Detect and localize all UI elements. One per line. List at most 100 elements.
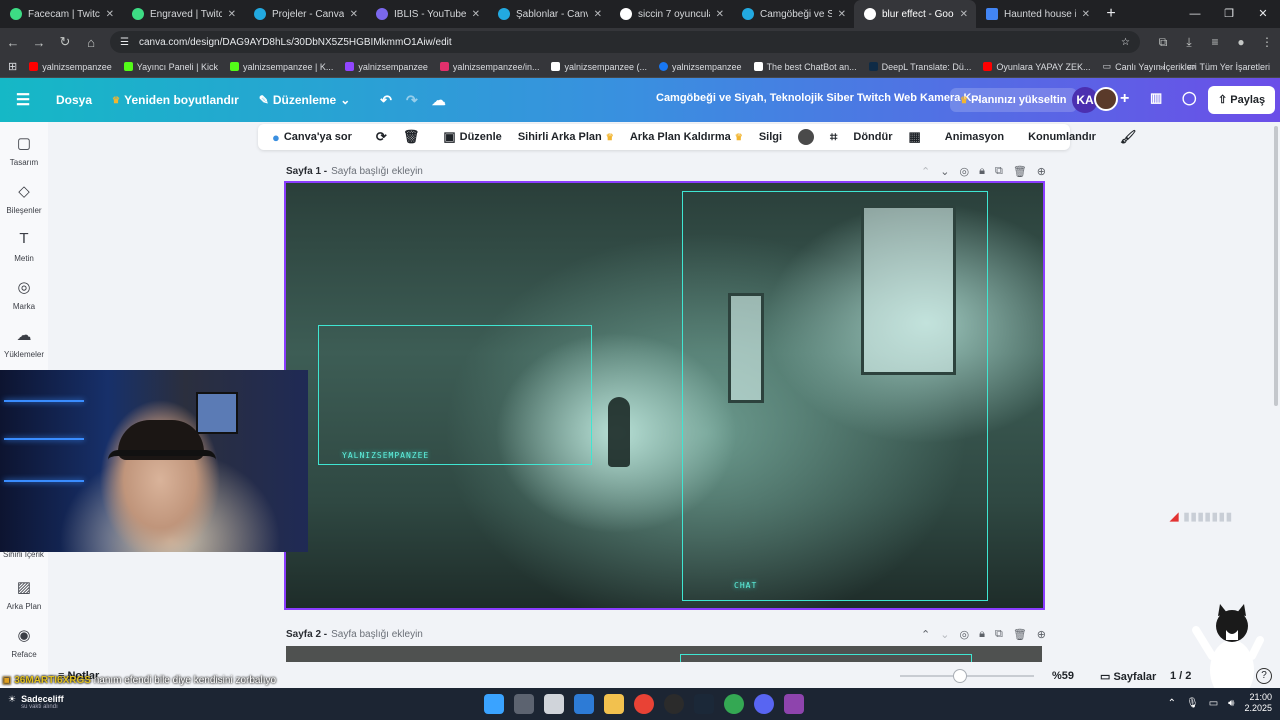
discord-icon[interactable]: [754, 694, 774, 714]
browser-tab[interactable]: İBLİS - YouTube Küçü ✕: [366, 0, 488, 28]
chevron-down-icon[interactable]: ⌄: [940, 628, 949, 641]
sidebar-item-magic-label[interactable]: Sihirli İçerik: [3, 550, 44, 559]
bookmark-item[interactable]: yalnizsempanzee/in...: [439, 62, 539, 72]
close-window-icon[interactable]: ✕: [1246, 0, 1280, 28]
share-button[interactable]: ⇧ Paylaş: [1208, 86, 1276, 114]
browser-tab[interactable]: Projeler - Canva ✕: [244, 0, 366, 28]
bookmark-item[interactable]: yalnizsempanzee: [659, 62, 742, 72]
lock-icon[interactable]: 🔒︎: [979, 628, 985, 641]
add-page-icon[interactable]: ⊕: [1037, 628, 1046, 641]
clock[interactable]: 21:00 2.2025: [1244, 692, 1272, 714]
minimize-icon[interactable]: —: [1178, 0, 1212, 28]
sidebar-item-design[interactable]: ▢ Tasarım: [0, 134, 48, 167]
ask-canva-button[interactable]: ● Canva'ya sor: [266, 130, 358, 145]
insights-icon[interactable]: ▥: [1150, 90, 1162, 106]
close-tab-icon[interactable]: ✕: [716, 9, 724, 20]
comment-icon[interactable]: ◯: [1182, 90, 1197, 106]
magic-background-button[interactable]: Sihirli Arka Plan ♛: [512, 131, 620, 143]
chrome-profile-icon[interactable]: [724, 694, 744, 714]
browser-tab[interactable]: Camgöbeği ve Siyah ✕: [732, 0, 854, 28]
media-icon[interactable]: ≡: [1202, 35, 1228, 50]
browser-tab[interactable]: siccin 7 oyuncuları - ✕: [610, 0, 732, 28]
forward-icon[interactable]: →: [26, 35, 52, 50]
close-tab-icon[interactable]: ✕: [594, 9, 602, 20]
home-icon[interactable]: ⌂: [78, 35, 104, 50]
eraser-button[interactable]: Silgi: [753, 131, 788, 143]
cloud-save-icon[interactable]: ☁: [432, 92, 446, 109]
more-bookmarks-icon[interactable]: »: [1160, 62, 1165, 72]
bookmark-item[interactable]: yalnizsempanzee (...: [551, 62, 647, 72]
obs-icon[interactable]: [664, 694, 684, 714]
browser-tab[interactable]: Engraved | Twitch an ✕: [122, 0, 244, 28]
new-tab-icon[interactable]: +: [1098, 5, 1124, 23]
bookmark-item[interactable]: yalnizsempanzee: [29, 62, 112, 72]
page-title-input[interactable]: Sayfa başlığı ekleyin: [331, 166, 423, 177]
delete-page-icon[interactable]: 🗑: [1013, 628, 1027, 641]
browser-tab[interactable]: Haunted house in ge ✕: [976, 0, 1098, 28]
delete-page-icon[interactable]: 🗑: [1013, 165, 1027, 178]
weather-widget[interactable]: ☀ Sadeceliff su vakti alındı: [8, 694, 64, 710]
bookmark-item[interactable]: DeepL Translate: Dü...: [868, 62, 971, 72]
redo-icon[interactable]: ↷: [406, 92, 418, 109]
browser-tab[interactable]: Facecam | Twitch and ✕: [0, 0, 122, 28]
zoom-slider-handle[interactable]: [953, 669, 968, 683]
sidebar-item-text[interactable]: T Metin: [0, 230, 48, 263]
help-icon[interactable]: ?: [1256, 668, 1272, 684]
browser-tab[interactable]: Şablonlar - Canva ✕: [488, 0, 610, 28]
close-tab-icon[interactable]: ✕: [228, 9, 236, 20]
animate-button[interactable]: Animasyon: [939, 131, 1010, 143]
undo-icon[interactable]: ↶: [380, 92, 392, 109]
add-page-icon[interactable]: ⊕: [1037, 165, 1046, 178]
photos-icon[interactable]: [544, 694, 564, 714]
trash-icon[interactable]: 🗑: [397, 129, 426, 145]
extensions-icon[interactable]: ⧉: [1150, 35, 1176, 50]
design-canvas-page-1[interactable]: YALNIZSEMPANZEE CHAT: [284, 181, 1045, 610]
sidebar-item-elements[interactable]: ◇ Bileşenler: [0, 182, 48, 215]
upgrade-button[interactable]: ♛ Planınızı yükseltin: [950, 88, 1077, 112]
back-icon[interactable]: ←: [0, 35, 26, 50]
file-explorer-icon[interactable]: [604, 694, 624, 714]
browser-menu-icon[interactable]: ⋮: [1254, 35, 1280, 50]
microphone-icon[interactable]: 🎙︎: [1186, 698, 1199, 709]
transparency-icon[interactable]: ▦: [902, 129, 926, 145]
replace-icon[interactable]: ⟳: [370, 129, 393, 145]
color-swatch[interactable]: [792, 129, 820, 145]
reload-icon[interactable]: ↻: [52, 34, 78, 50]
bookmark-item[interactable]: The best ChatBot an...: [753, 62, 857, 72]
chrome-icon[interactable]: [634, 694, 654, 714]
sidebar-item-brand[interactable]: ◎ Marka: [0, 278, 48, 311]
file-menu-button[interactable]: Dosya: [46, 93, 102, 107]
volume-icon[interactable]: 🔊︎: [1228, 698, 1234, 709]
hide-icon[interactable]: ◎: [959, 165, 969, 178]
bookmark-star-icon[interactable]: ☆: [1121, 37, 1130, 48]
editing-mode-button[interactable]: ✎ Düzenleme ⌄: [249, 93, 360, 107]
edit-image-button[interactable]: ▣ Düzenle: [437, 129, 507, 145]
add-collaborator-icon[interactable]: +: [1120, 90, 1129, 108]
duplicate-icon[interactable]: ⧉: [995, 628, 1003, 641]
bookmark-item[interactable]: yalnizsempanzee | K...: [229, 62, 333, 72]
all-bookmarks-folder[interactable]: ▭ Tüm Yer İşaretleri: [1187, 61, 1270, 72]
bookmark-item[interactable]: yalnizsempanzee: [345, 62, 428, 72]
document-title[interactable]: Camgöbeği ve Siyah, Teknolojik Siber Twi…: [656, 92, 981, 104]
tray-overflow-icon[interactable]: ⌃: [1168, 698, 1176, 709]
sidebar-item-uploads[interactable]: ☁ Yüklemeler: [0, 326, 48, 359]
site-info-icon[interactable]: ☰: [120, 37, 129, 48]
page-count[interactable]: 1 / 2: [1170, 670, 1191, 682]
crop-icon[interactable]: ⌗: [824, 129, 843, 145]
close-tab-icon[interactable]: ✕: [960, 9, 968, 20]
scrollbar-thumb[interactable]: [1274, 126, 1278, 406]
bookmark-item[interactable]: Oyunlara YAPAY ZEK...: [983, 62, 1091, 72]
store-icon[interactable]: [574, 694, 594, 714]
hide-icon[interactable]: ◎: [959, 628, 969, 641]
chevron-up-icon[interactable]: ⌃: [921, 628, 930, 641]
download-icon[interactable]: ⤓: [1176, 35, 1202, 50]
sidebar-item-reface[interactable]: ◉ Reface: [0, 626, 48, 659]
profile-icon[interactable]: ●: [1228, 35, 1254, 50]
browser-tab-active[interactable]: blur effect - Google ✕: [854, 0, 976, 28]
collaborator-avatar[interactable]: [1094, 87, 1118, 111]
apps-grid-icon[interactable]: ⊞: [8, 60, 17, 73]
winrar-icon[interactable]: [784, 694, 804, 714]
resize-button[interactable]: ♛ Yeniden boyutlandır: [102, 93, 249, 107]
close-tab-icon[interactable]: ✕: [838, 9, 846, 20]
pages-button[interactable]: ▭ Sayfalar: [1100, 670, 1156, 683]
